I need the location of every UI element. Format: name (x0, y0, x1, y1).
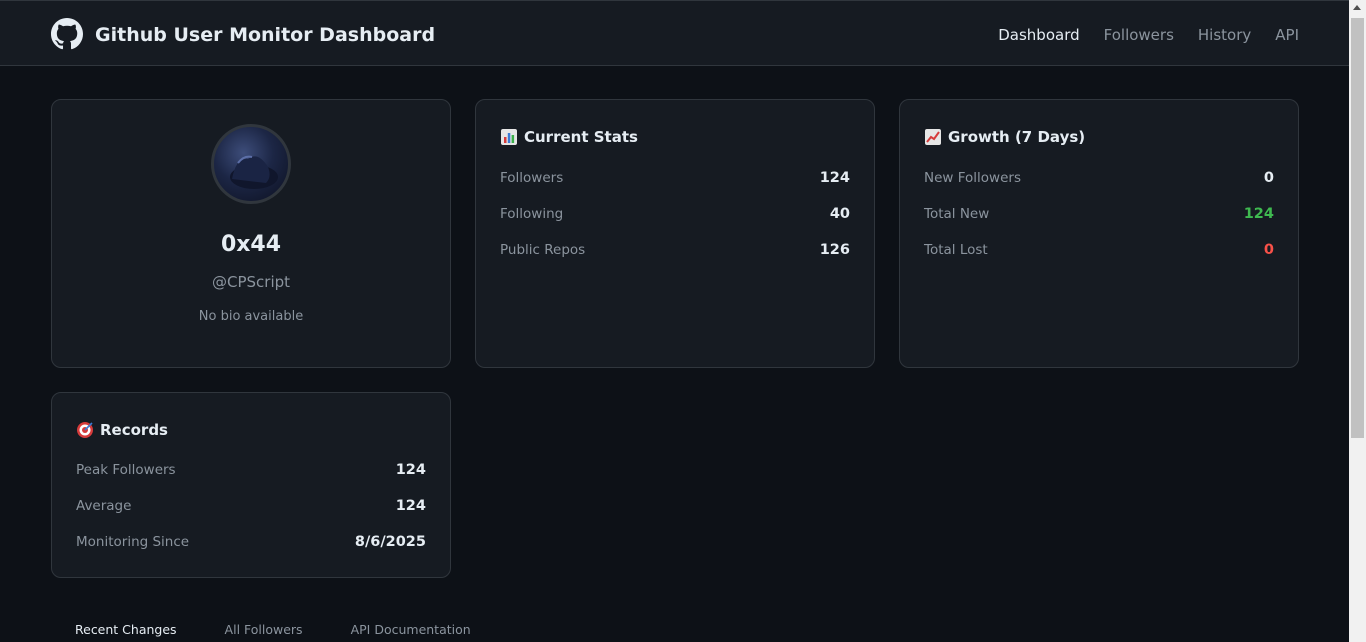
github-icon[interactable] (51, 18, 83, 50)
display-name: 0x44 (220, 232, 282, 257)
records-title: Records (76, 421, 168, 439)
nav-dashboard[interactable]: Dashboard (998, 26, 1079, 44)
main-nav: Dashboard Followers History API (998, 26, 1299, 44)
target-icon (77, 422, 93, 438)
growth-card: Growth (7 Days) New Followers 0 Total Ne… (899, 99, 1299, 368)
growth-row-total-new: Total New 124 (924, 206, 1274, 222)
scrollbar-thumb[interactable] (1351, 18, 1364, 438)
chart-increasing-icon (925, 129, 941, 145)
stat-row-public-repos: Public Repos 126 (500, 242, 850, 258)
stat-row-followers: Followers 124 (500, 170, 850, 186)
content-tabs: Recent Changes All Followers API Documen… (75, 622, 519, 637)
app-title: Github User Monitor Dashboard (95, 24, 436, 46)
record-row-peak-followers: Peak Followers 124 (76, 462, 426, 478)
username: @CPScript (211, 273, 291, 291)
nav-history[interactable]: History (1198, 26, 1251, 44)
bio: No bio available (198, 309, 304, 324)
record-row-monitoring-since: Monitoring Since 8/6/2025 (76, 534, 426, 550)
growth-title: Growth (7 Days) (924, 128, 1085, 146)
scroll-up-icon[interactable] (1353, 5, 1361, 10)
current-stats-title: Current Stats (500, 128, 638, 146)
profile-card: 0x44 @CPScript No bio available (51, 99, 451, 368)
record-row-average: Average 124 (76, 498, 426, 514)
current-stats-card: Current Stats Followers 124 Following 40… (475, 99, 875, 368)
tab-all-followers[interactable]: All Followers (225, 622, 303, 637)
growth-row-new-followers: New Followers 0 (924, 170, 1274, 186)
stat-row-following: Following 40 (500, 206, 850, 222)
avatar (211, 124, 291, 204)
tab-recent-changes[interactable]: Recent Changes (75, 622, 177, 637)
growth-row-total-lost: Total Lost 0 (924, 242, 1274, 258)
bar-chart-icon (501, 129, 517, 145)
records-card: Records Peak Followers 124 Average 124 M… (51, 392, 451, 578)
top-navbar: Github User Monitor Dashboard Dashboard … (0, 0, 1349, 66)
nav-api[interactable]: API (1275, 26, 1299, 44)
nav-followers[interactable]: Followers (1104, 26, 1174, 44)
tab-api-documentation[interactable]: API Documentation (351, 622, 471, 637)
